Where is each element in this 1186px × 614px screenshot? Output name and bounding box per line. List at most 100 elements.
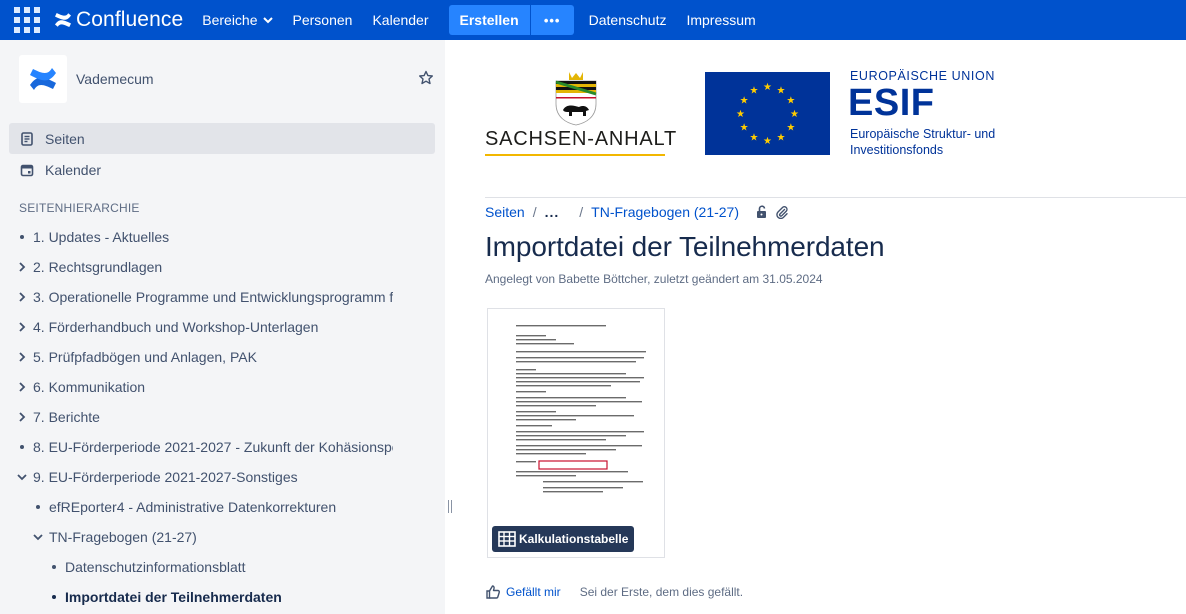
document-text-line [516,405,596,407]
more-create-options-button[interactable]: ••• [529,5,574,35]
tree-item[interactable]: 8. EU-Förderperiode 2021-2027 - Zukunft … [15,437,393,457]
document-text-line [516,425,552,427]
like-button[interactable]: Gefällt mir [485,584,561,600]
tree-item[interactable]: 9. EU-Förderperiode 2021-2027-Sonstiges [15,467,393,487]
sidebar-item-pages[interactable]: Seiten [9,123,435,154]
tree-item-label: 4. Förderhandbuch und Workshop-Unterlage… [33,319,319,335]
page-meta-icons [755,205,795,219]
tree-item[interactable]: 1. Updates - Aktuelles [15,227,393,247]
tree-item-label: 2. Rechtsgrundlagen [33,259,163,275]
product-name: Confluence [76,8,184,31]
eu-flag-icon: ★ ★★★★★★★★★★★ [705,72,830,155]
chevron-down-icon[interactable] [31,533,45,541]
eu-star-icon: ★ [750,132,759,143]
chevron-right-icon[interactable] [15,352,29,362]
esif-subtitle-line2: Investitionsfonds [850,143,944,157]
sidebar-item-pages-label: Seiten [45,130,85,147]
chevron-right-icon[interactable] [15,292,29,302]
chevron-right-icon[interactable] [15,382,29,392]
document-text-line [516,419,576,421]
space-header: Vademecum [19,55,439,103]
eu-star-icon: ★ [736,109,745,120]
nav-imprint-link[interactable]: Impressum [686,12,755,28]
document-text-line [516,385,611,387]
document-text-line [516,435,626,437]
tree-item-label: efREporter4 - Administrative Datenkorrek… [49,499,337,515]
bullet-icon [15,235,29,239]
nav-spaces-label: Bereiche [202,12,258,28]
document-text-line [516,431,644,433]
page-hierarchy-title: SEITENHIERARCHIE [19,201,140,215]
eu-star-icon: ★ [786,96,795,107]
breadcrumb-parent-link[interactable]: TN-Fragebogen (21-27) [591,204,739,220]
unlock-icon[interactable] [755,205,769,219]
tree-item[interactable]: 6. Kommunikation [15,377,393,397]
tree-item-label: 1. Updates - Aktuelles [33,229,170,245]
tree-item-label: Datenschutzinformationsblatt [65,559,246,575]
document-text-line [543,487,623,489]
tree-item-label: TN-Fragebogen (21-27) [49,529,197,545]
app-switcher-icon[interactable] [14,7,40,33]
tree-item[interactable]: 4. Förderhandbuch und Workshop-Unterlage… [15,317,393,337]
chevron-down-icon [262,17,273,24]
document-text-line [516,351,646,353]
sidebar-item-calendar[interactable]: Kalender [9,154,435,185]
document-text-line [516,471,628,473]
confluence-logo-icon [55,13,71,27]
tree-item-label: 5. Prüfpfadbögen und Anlagen, PAK [33,349,257,365]
attachment-icon[interactable] [775,205,789,219]
nav-spaces[interactable]: Bereiche [202,12,273,28]
tree-item-label: Importdatei der Teilnehmerdaten [65,589,282,605]
tree-item-current[interactable]: Importdatei der Teilnehmerdaten [47,587,393,607]
logo-underline [485,154,665,156]
coat-of-arms-icon [555,72,597,126]
document-text-line [516,325,606,327]
bullet-icon [31,505,45,509]
esif-acronym: ESIF [848,82,935,124]
document-text-line [516,439,606,441]
tree-item-label: 9. EU-Förderperiode 2021-2027-Sonstiges [33,469,298,485]
tree-item[interactable]: Datenschutzinformationsblatt [47,557,393,577]
like-status-text: Sei der Erste, dem dies gefällt. [579,585,744,599]
attachment-type-badge: Kalkulationstabelle [492,526,635,552]
tree-item-label: 7. Berichte [33,409,100,425]
spreadsheet-icon [498,531,516,547]
create-button[interactable]: Erstellen [448,5,530,35]
eu-star-icon: ★ [790,109,799,120]
tree-item[interactable]: TN-Fragebogen (21-27) [31,527,393,547]
space-name[interactable]: Vademecum [76,71,154,87]
space-avatar[interactable] [19,55,67,103]
breadcrumb-ellipsis[interactable]: ... [545,204,560,220]
nav-privacy-link[interactable]: Datenschutz [589,12,667,28]
eu-star-icon: ★ [786,123,795,134]
chevron-down-icon[interactable] [15,473,29,481]
sidebar-item-calendar-label: Kalender [45,161,102,178]
pages-icon [21,131,33,146]
tree-item[interactable]: 3. Operationelle Programme und Entwicklu… [15,287,393,307]
chevron-right-icon[interactable] [15,412,29,422]
tree-item[interactable]: 5. Prüfpfadbögen und Anlagen, PAK [15,347,393,367]
nav-people[interactable]: Personen [293,12,353,28]
chevron-right-icon[interactable] [15,262,29,272]
document-text-line [516,475,576,477]
eu-star-icon: ★ [740,96,749,107]
document-text-line [516,397,626,399]
star-icon[interactable] [418,70,434,86]
eu-star-icon: ★ [763,136,772,147]
tree-item[interactable]: 7. Berichte [15,407,393,427]
calendar-icon [20,164,34,176]
chevron-right-icon[interactable] [15,322,29,332]
bullet-icon [47,565,61,569]
confluence-logo[interactable]: Confluence [54,8,183,32]
tree-item-label: 6. Kommunikation [33,379,146,395]
breadcrumb-pages-link[interactable]: Seiten [485,204,525,220]
tree-item[interactable]: 2. Rechtsgrundlagen [15,257,393,277]
document-text-line [516,369,536,371]
attachment-type-label: Kalkulationstabelle [519,532,629,546]
breadcrumb-separator: / [579,204,584,220]
nav-calendar[interactable]: Kalender [372,12,428,28]
tree-item[interactable]: efREporter4 - Administrative Datenkorrek… [31,497,393,517]
breadcrumb-separator: / [532,204,537,220]
attachment-preview[interactable]: Kalkulationstabelle [487,308,665,558]
document-text-line [516,391,546,393]
